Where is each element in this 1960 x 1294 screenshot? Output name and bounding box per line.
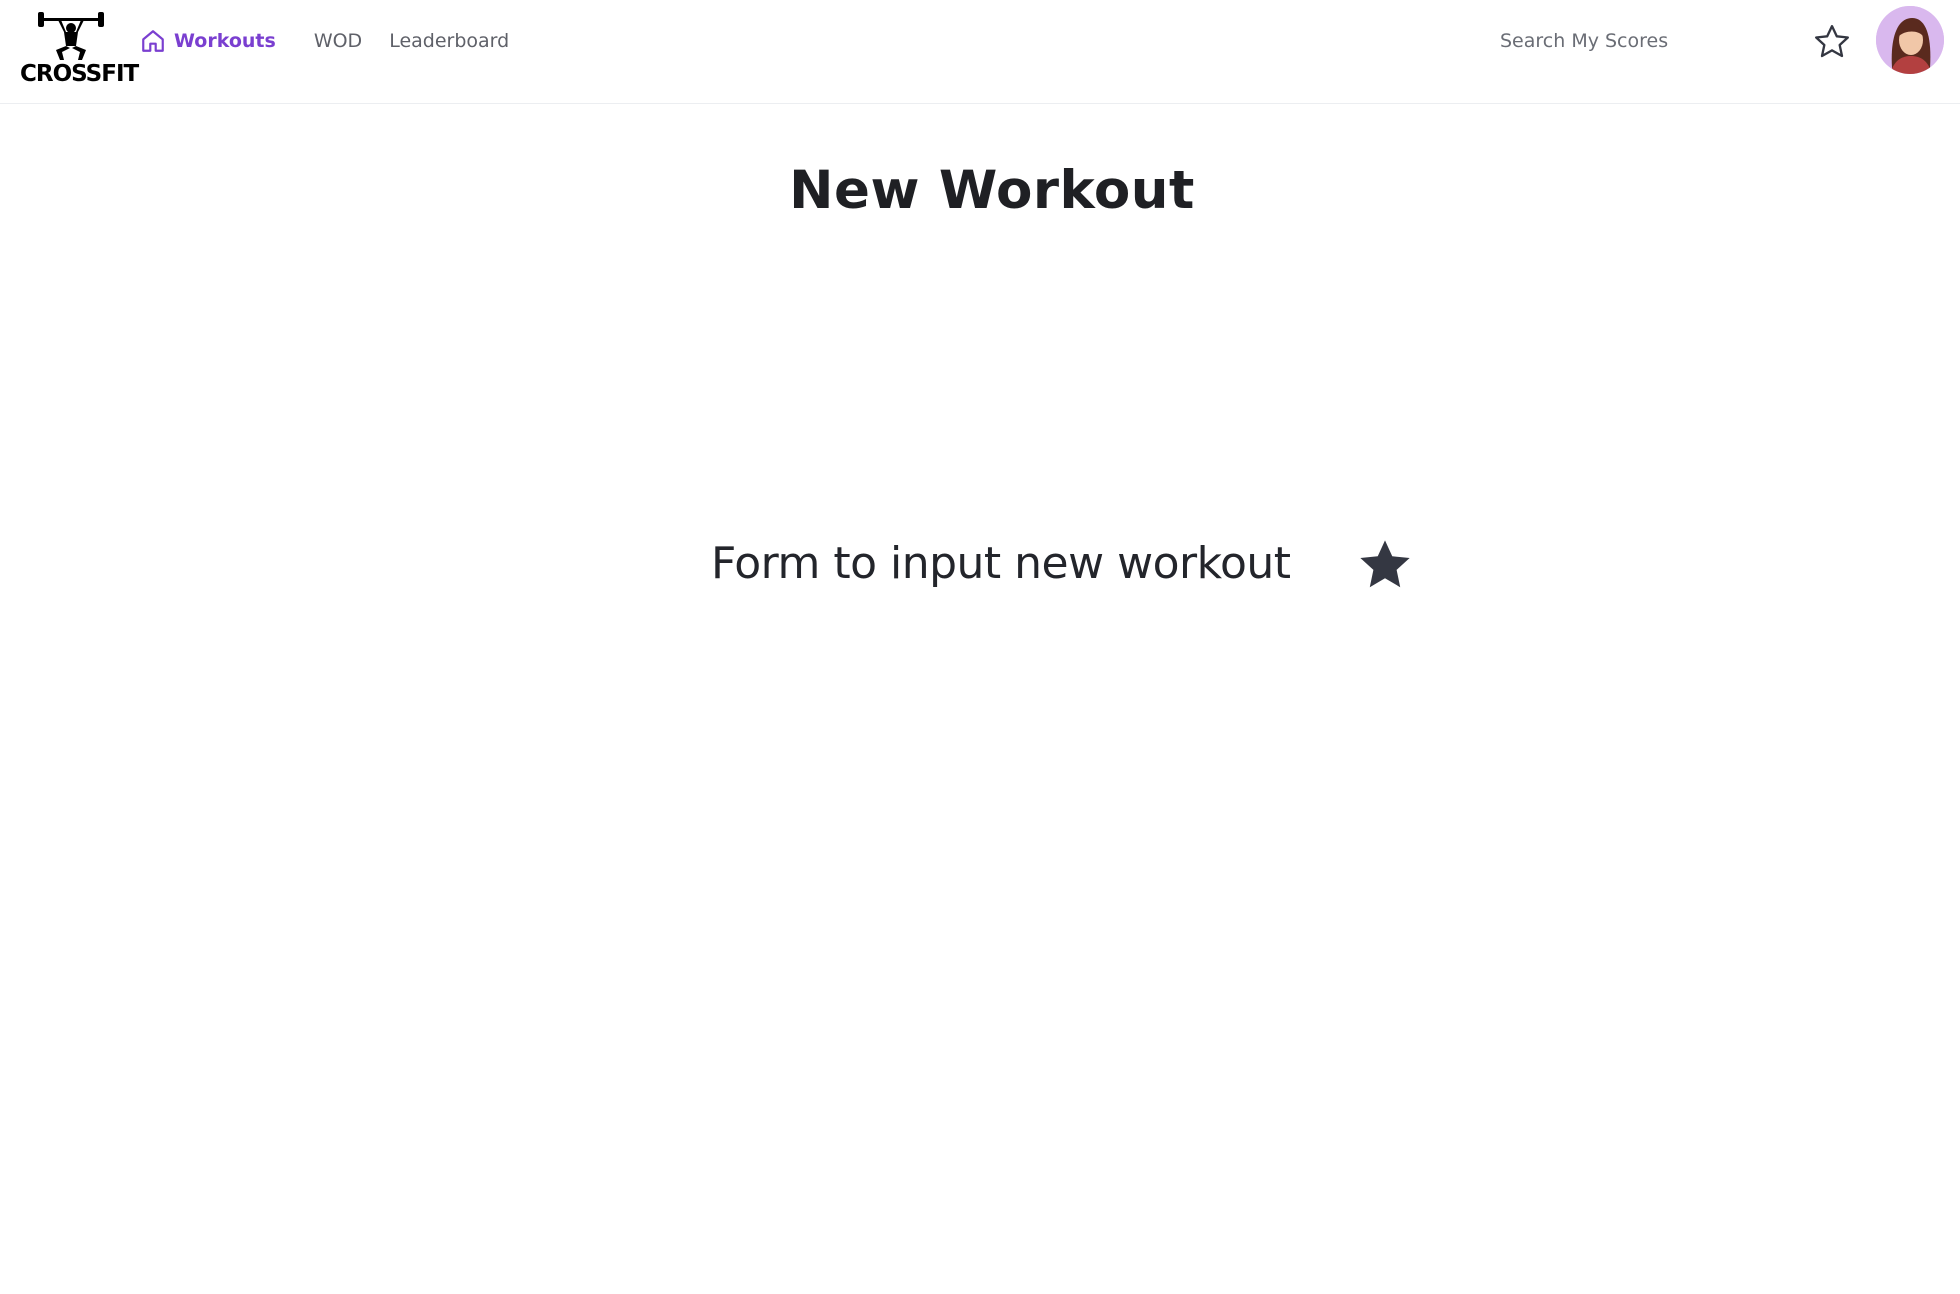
home-icon: [140, 28, 166, 54]
top-navigation-bar: CROSSFIT Workouts WOD Leaderboard: [0, 0, 1960, 104]
favorite-workout-button[interactable]: [1356, 536, 1414, 594]
star-outline-icon: [1815, 25, 1849, 58]
main-nav: Workouts WOD Leaderboard: [140, 24, 509, 58]
form-placeholder-text: Form to input new workout: [711, 538, 1291, 589]
nav-item-wod[interactable]: WOD: [314, 30, 362, 52]
page-title: New Workout: [789, 160, 1195, 221]
crossfit-logo[interactable]: CROSSFIT: [20, 12, 139, 87]
logo-wordmark: CROSSFIT: [20, 61, 139, 87]
avatar[interactable]: [1876, 6, 1944, 74]
nav-item-label: WOD: [313, 30, 363, 52]
nav-item-label: Workouts: [174, 30, 276, 52]
search-input[interactable]: [1500, 26, 1760, 56]
nav-item-label: Leaderboard: [389, 30, 510, 52]
nav-item-leaderboard[interactable]: Leaderboard: [389, 30, 509, 52]
weightlifter-icon: [38, 12, 104, 60]
user-avatar-icon: [1876, 6, 1944, 74]
nav-item-workouts[interactable]: Workouts: [140, 28, 276, 54]
favorites-button[interactable]: [1810, 20, 1854, 64]
star-filled-icon: [1360, 540, 1410, 588]
